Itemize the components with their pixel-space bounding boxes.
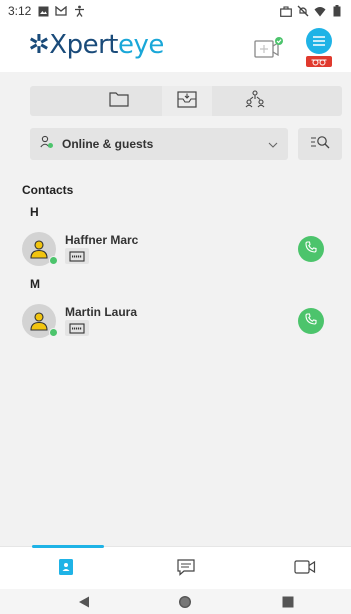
wifi-icon (314, 5, 326, 17)
device-icon (65, 320, 89, 336)
user-status-icon (40, 135, 54, 154)
section-title: Contacts (22, 183, 74, 197)
call-button[interactable] (298, 308, 324, 334)
battery-icon (331, 5, 343, 17)
video-icon (294, 559, 316, 580)
contact-name: Martin Laura (65, 305, 138, 319)
folder-icon (109, 91, 129, 112)
filter-label: Online & guests (62, 137, 154, 151)
home-icon[interactable] (178, 595, 192, 609)
smart-glasses-icon[interactable] (306, 56, 332, 67)
status-left: 3:12 (8, 4, 85, 18)
online-status-dot (49, 256, 58, 265)
logo-part-eye: eye (118, 30, 164, 60)
status-filter-select[interactable]: Online & guests (30, 128, 288, 160)
phone-icon (305, 312, 317, 330)
status-right (280, 5, 343, 17)
active-tab-indicator (32, 545, 104, 548)
status-time: 3:12 (8, 4, 32, 18)
mute-icon (297, 5, 309, 17)
chat-icon (176, 558, 196, 581)
briefcase-icon (280, 5, 292, 17)
inbox-mail-icon (177, 90, 197, 113)
device-icon (65, 248, 89, 264)
phone-icon (305, 240, 317, 258)
group-hierarchy-icon (245, 89, 265, 113)
system-navigation-bar (0, 589, 351, 614)
call-button[interactable] (298, 236, 324, 262)
online-status-dot (49, 328, 58, 337)
view-tabs (30, 86, 342, 116)
app-header: ✲Xperteye (0, 22, 351, 72)
list-item[interactable]: Martin Laura (0, 300, 351, 344)
nav-video[interactable] (293, 557, 317, 581)
logo-part-pert: pert (66, 30, 119, 60)
contacts-content: Online & guests Contacts H Haffner Marc … (0, 72, 351, 546)
xpertEye-logo: ✲Xperteye (28, 30, 164, 60)
status-bar: 3:12 (0, 0, 351, 22)
search-filter-button[interactable] (298, 128, 342, 160)
nav-contacts[interactable] (54, 557, 78, 581)
group-letter: M (30, 277, 40, 291)
gmail-icon (55, 5, 68, 17)
contacts-book-icon (58, 558, 74, 581)
accessibility-icon (73, 5, 85, 17)
image-icon (37, 5, 49, 17)
chevron-down-icon (268, 135, 278, 153)
tab-groups[interactable] (230, 86, 280, 116)
bottom-nav (0, 545, 351, 589)
tab-folder[interactable] (94, 86, 144, 116)
video-call-icon[interactable] (254, 36, 284, 60)
search-list-icon (310, 134, 330, 155)
logo-part-x: ✲X (28, 30, 67, 60)
recent-apps-icon[interactable] (281, 595, 295, 609)
menu-icon[interactable] (306, 28, 332, 54)
tab-inbox[interactable] (162, 86, 212, 116)
list-item[interactable]: Haffner Marc (0, 228, 351, 272)
contact-name: Haffner Marc (65, 233, 139, 247)
back-icon[interactable] (77, 595, 91, 609)
nav-chat[interactable] (174, 557, 198, 581)
group-letter: H (30, 205, 39, 219)
